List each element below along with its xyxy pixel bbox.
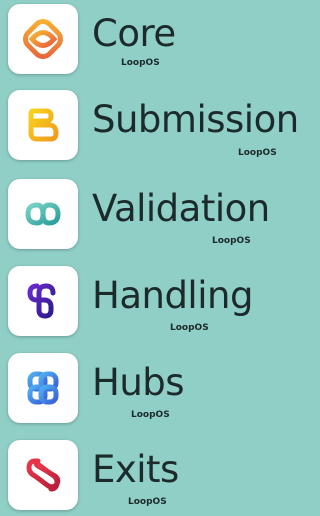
core-loop-icon (23, 19, 63, 59)
app-icon-tile[interactable] (8, 353, 78, 423)
app-brand-label: LoopOS (131, 410, 170, 420)
validation-loop-icon (25, 202, 61, 226)
submission-loop-icon (28, 108, 59, 142)
app-icon-tile[interactable] (8, 179, 78, 249)
app-icon-tile[interactable] (8, 440, 78, 510)
app-item-handling[interactable]: Handling LoopOS (0, 262, 294, 342)
app-brand-label: LoopOS (212, 236, 251, 246)
app-item-core[interactable]: Core LoopOS (0, 0, 294, 80)
app-name: Submission (92, 98, 299, 141)
app-name: Handling (92, 274, 253, 317)
app-name: Exits (92, 448, 179, 491)
app-icon-tile[interactable] (8, 4, 78, 74)
exits-loop-icon (26, 458, 61, 492)
app-brand-label: LoopOS (170, 323, 209, 333)
app-brand-label: LoopOS (238, 148, 277, 158)
app-name: Validation (92, 187, 270, 230)
app-item-submission[interactable]: Submission LoopOS (0, 86, 299, 166)
app-item-validation[interactable]: Validation LoopOS (0, 175, 294, 255)
app-icon-tile[interactable] (8, 266, 78, 336)
app-item-hubs[interactable]: Hubs LoopOS (0, 349, 294, 429)
app-item-exits[interactable]: Exits LoopOS (0, 436, 294, 516)
app-brand-label: LoopOS (121, 58, 160, 68)
app-brand-label: LoopOS (128, 497, 167, 507)
app-icon-tile[interactable] (8, 90, 78, 160)
handling-loop-icon (27, 283, 56, 319)
hubs-loop-icon (27, 371, 59, 405)
app-name: Core (92, 12, 176, 55)
app-name: Hubs (92, 361, 185, 404)
